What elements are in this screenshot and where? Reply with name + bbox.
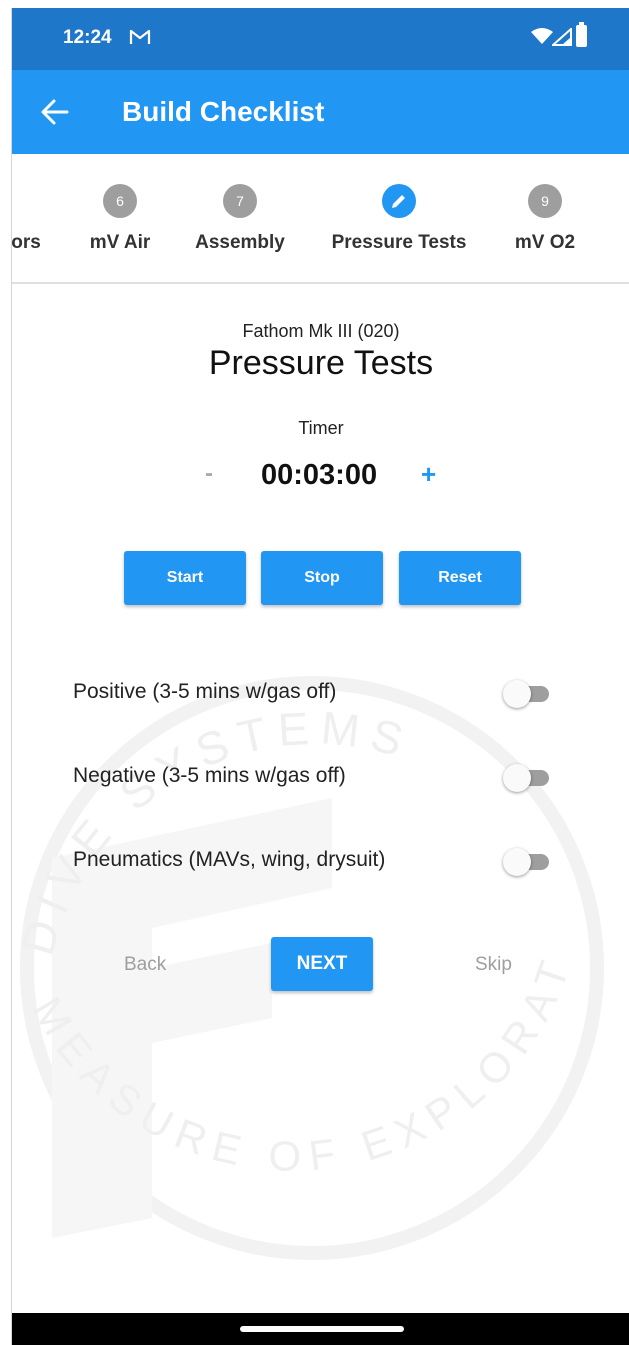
start-button[interactable]: Start xyxy=(124,551,246,605)
signal-icon xyxy=(552,28,572,46)
pencil-icon xyxy=(392,195,405,208)
app-title: Build Checklist xyxy=(122,96,325,127)
check-label: Positive (3-5 mins w/gas off) xyxy=(73,680,337,703)
positive-toggle[interactable] xyxy=(503,680,555,708)
toggle-thumb xyxy=(503,764,531,792)
step-label: mV Air xyxy=(89,232,151,253)
step-number: 7 xyxy=(223,184,257,218)
check-row-positive: Positive (3-5 mins w/gas off) xyxy=(73,672,563,712)
watermark-top-text: DIVE SYSTEMS xyxy=(12,701,408,960)
pneumatics-toggle[interactable] xyxy=(503,848,555,876)
check-row-negative: Negative (3-5 mins w/gas off) xyxy=(73,756,563,796)
page-title: Pressure Tests xyxy=(208,344,434,382)
status-bar: 12:24 xyxy=(12,8,629,70)
step-number: 6 xyxy=(103,184,137,218)
gmail-icon xyxy=(129,29,151,44)
skip-button[interactable]: Skip xyxy=(475,954,512,976)
toggle-thumb xyxy=(503,848,531,876)
stop-button[interactable]: Stop xyxy=(261,551,383,605)
reset-button[interactable]: Reset xyxy=(399,551,521,605)
step-label: mV O2 xyxy=(514,232,576,253)
check-label: Pneumatics (MAVs, wing, drysuit) xyxy=(73,848,386,871)
wifi-icon xyxy=(531,28,553,44)
back-arrow-icon[interactable] xyxy=(40,98,70,126)
check-label: Negative (3-5 mins w/gas off) xyxy=(73,764,346,787)
step-label: Assembly xyxy=(195,232,285,253)
back-button[interactable]: Back xyxy=(124,954,166,976)
status-time: 12:24 xyxy=(63,27,112,48)
step-number: 9 xyxy=(528,184,562,218)
system-nav-bar xyxy=(12,1313,629,1345)
app-screen: 12:24 Build Checklist ors 6 mV Air 7 Ass… xyxy=(11,8,629,1345)
app-bar: Build Checklist xyxy=(12,70,629,154)
next-button[interactable]: NEXT xyxy=(271,937,373,991)
timer-label: Timer xyxy=(298,418,344,438)
svg-text:DIVE SYSTEMS: DIVE SYSTEMS xyxy=(12,701,418,960)
toggle-thumb xyxy=(503,680,531,708)
step-label: Pressure Tests xyxy=(331,232,467,253)
timer-decrement-button[interactable]: - xyxy=(205,460,213,488)
device-name: Fathom Mk III (020) xyxy=(242,321,400,341)
timer-increment-button[interactable]: + xyxy=(421,459,436,490)
step-tabs: ors 6 mV Air 7 Assembly Pressure Tests 9… xyxy=(12,154,629,284)
step-label: ors xyxy=(11,232,41,253)
timer-value: 00:03:00 xyxy=(261,459,378,491)
home-gesture-handle[interactable] xyxy=(240,1326,404,1332)
check-row-pneumatics: Pneumatics (MAVs, wing, drysuit) xyxy=(73,840,563,880)
battery-icon xyxy=(576,22,587,47)
negative-toggle[interactable] xyxy=(503,764,555,792)
step-active-indicator xyxy=(382,184,416,218)
